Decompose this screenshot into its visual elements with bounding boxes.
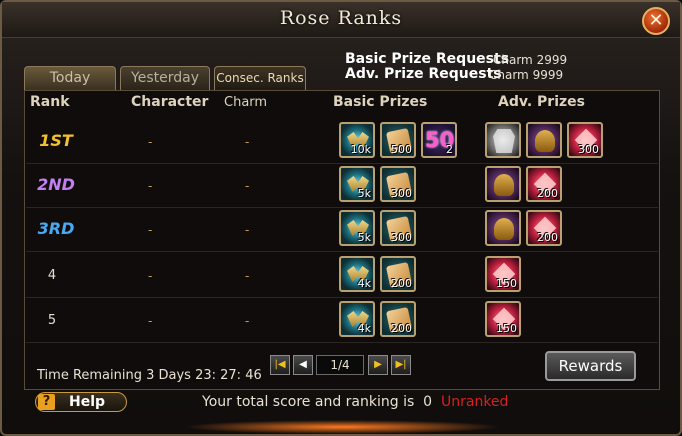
- scroll-icon[interactable]: 200: [380, 301, 416, 337]
- gem-icon[interactable]: 150: [485, 256, 521, 292]
- window-title: Rose Ranks: [279, 7, 403, 29]
- time-remaining: Time Remaining 3 Days 23: 27: 46: [37, 368, 262, 383]
- helm-icon[interactable]: [526, 122, 562, 158]
- table-row: 4 - - 4k 200 150: [26, 254, 658, 298]
- rank-label: 2ND: [37, 175, 75, 194]
- header-adv-prizes: Adv. Prizes: [498, 94, 585, 110]
- adv-prize-requests-value: Charm 9999: [489, 68, 564, 82]
- character-value: -: [148, 223, 153, 237]
- rewards-button[interactable]: Rewards: [545, 351, 636, 381]
- helm-icon[interactable]: [485, 210, 521, 246]
- item-count: 200: [537, 187, 558, 200]
- item-count: 150: [496, 322, 517, 335]
- item-symbol: [493, 129, 515, 153]
- item-count: 300: [578, 143, 599, 156]
- header-basic-prizes: Basic Prizes: [333, 94, 428, 110]
- gem-icon[interactable]: 200: [526, 210, 562, 246]
- item-count: 150: [496, 277, 517, 290]
- header-rank: Rank: [30, 94, 70, 110]
- item-symbol: [494, 218, 514, 240]
- last-page-button[interactable]: ▶|: [391, 355, 411, 375]
- character-value: -: [148, 314, 153, 328]
- charm-value: -: [245, 269, 250, 283]
- item-count: 2: [446, 143, 453, 156]
- table-row: 1ST - - 10k 500 50 2 300: [26, 120, 658, 164]
- title-bar: Rose Ranks ✕: [2, 2, 680, 38]
- character-value: -: [148, 269, 153, 283]
- helm-icon[interactable]: [485, 166, 521, 202]
- gem-icon[interactable]: 200: [526, 166, 562, 202]
- item-symbol: [535, 130, 555, 152]
- scroll-icon[interactable]: 200: [380, 256, 416, 292]
- item-count: 300: [391, 231, 412, 244]
- help-button[interactable]: ? Help: [35, 392, 127, 412]
- item-count: 5k: [357, 187, 371, 200]
- rank-label: 1ST: [39, 131, 73, 150]
- header-charm: Charm: [224, 95, 268, 110]
- fifty-icon[interactable]: 50 2: [421, 122, 457, 158]
- scroll-icon[interactable]: 300: [380, 210, 416, 246]
- item-count: 5k: [357, 231, 371, 244]
- page-indicator: 1/4: [316, 355, 364, 375]
- first-page-icon: |◀: [274, 359, 286, 370]
- charm-value: -: [245, 179, 250, 193]
- score-text: Your total score and ranking is: [202, 394, 415, 410]
- wings-icon[interactable]: 4k: [339, 301, 375, 337]
- item-symbol: [494, 174, 514, 196]
- table-row: 3RD - - 5k 300 200: [26, 208, 658, 252]
- wings-icon[interactable]: 4k: [339, 256, 375, 292]
- help-label: Help: [69, 394, 106, 410]
- item-count: 200: [391, 322, 412, 335]
- next-page-button[interactable]: ▶: [368, 355, 388, 375]
- item-count: 200: [391, 277, 412, 290]
- basic-prize-requests-value: Charm 2999: [493, 53, 568, 67]
- ranking-status: Unranked: [441, 394, 509, 410]
- prev-page-button[interactable]: ◀: [293, 355, 313, 375]
- item-count: 10k: [350, 143, 371, 156]
- tab-consec-ranks[interactable]: Consec. Ranks: [214, 66, 306, 90]
- basic-prize-requests-label: Basic Prize Requests: [345, 51, 510, 67]
- gem-icon[interactable]: 300: [567, 122, 603, 158]
- scroll-icon[interactable]: 300: [380, 166, 416, 202]
- item-count: 300: [391, 187, 412, 200]
- prev-page-icon: ◀: [299, 359, 307, 370]
- charm-value: -: [245, 135, 250, 149]
- item-count: 500: [391, 143, 412, 156]
- bottom-glow: [182, 420, 502, 434]
- score-message: Your total score and ranking is 0 Unrank…: [202, 394, 508, 410]
- wings-icon[interactable]: 5k: [339, 210, 375, 246]
- character-value: -: [148, 135, 153, 149]
- charm-value: -: [245, 314, 250, 328]
- wings-icon[interactable]: 10k: [339, 122, 375, 158]
- score-value: 0: [423, 394, 433, 410]
- last-page-icon: ▶|: [395, 359, 407, 370]
- charm-value: -: [245, 223, 250, 237]
- close-icon: ✕: [648, 10, 664, 31]
- tab-today[interactable]: Today: [24, 66, 116, 90]
- wings-icon[interactable]: 5k: [339, 166, 375, 202]
- armor-icon[interactable]: [485, 122, 521, 158]
- rank-label: 5: [47, 313, 57, 328]
- adv-prize-requests-label: Adv. Prize Requests: [345, 66, 502, 82]
- question-icon: ?: [38, 394, 55, 410]
- table-row: 5 - - 4k 200 150: [26, 299, 658, 343]
- next-page-icon: ▶: [374, 359, 382, 370]
- first-page-button[interactable]: |◀: [270, 355, 290, 375]
- scroll-icon[interactable]: 500: [380, 122, 416, 158]
- tab-yesterday[interactable]: Yesterday: [120, 66, 210, 90]
- rank-label: 4: [47, 268, 57, 283]
- character-value: -: [148, 179, 153, 193]
- item-count: 200: [537, 231, 558, 244]
- rank-label: 3RD: [37, 219, 75, 238]
- header-character: Character: [131, 94, 209, 110]
- close-button[interactable]: ✕: [642, 7, 670, 35]
- item-count: 4k: [357, 277, 371, 290]
- rose-ranks-window: Rose Ranks ✕ Today Yesterday Consec. Ran…: [0, 0, 682, 436]
- table-row: 2ND - - 5k 300 200: [26, 164, 658, 208]
- gem-icon[interactable]: 150: [485, 301, 521, 337]
- item-count: 4k: [357, 322, 371, 335]
